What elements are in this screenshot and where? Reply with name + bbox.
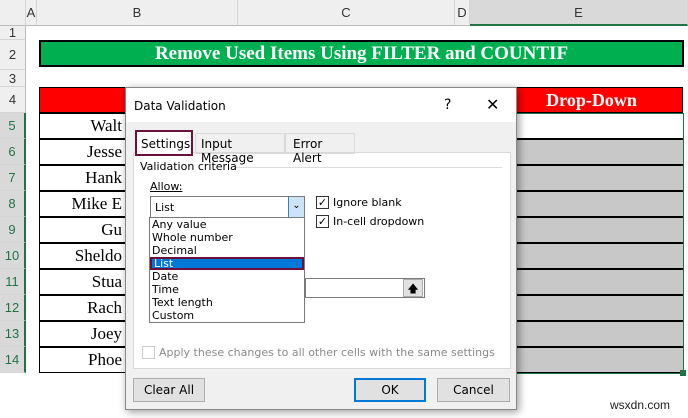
- row-header[interactable]: 2: [0, 40, 26, 70]
- row-header[interactable]: 7: [0, 165, 26, 191]
- sheet-title: Remove Used Items Using FILTER and COUNT…: [39, 40, 684, 67]
- fill-handle[interactable]: [680, 370, 686, 376]
- row-header[interactable]: 13: [0, 321, 26, 347]
- column-header-b[interactable]: B: [37, 0, 238, 26]
- collapse-dialog-arrow-icon[interactable]: 🡅: [403, 279, 423, 297]
- tab-input-message[interactable]: Input Message: [195, 133, 285, 165]
- watermark: wsxdn.com: [610, 398, 671, 412]
- divider: [236, 167, 502, 168]
- allow-option[interactable]: List: [150, 257, 304, 270]
- cancel-button[interactable]: Cancel: [437, 378, 510, 402]
- validation-criteria-label: Validation criteria: [140, 160, 237, 173]
- tab-settings[interactable]: Settings: [135, 130, 193, 156]
- in-cell-dropdown-checkbox[interactable]: ✓: [316, 215, 329, 228]
- help-button[interactable]: ?: [444, 97, 451, 113]
- allow-option[interactable]: Time: [150, 283, 304, 296]
- row-header[interactable]: 8: [0, 191, 26, 217]
- allow-value: List: [155, 201, 175, 214]
- clear-all-button[interactable]: Clear All: [133, 378, 205, 402]
- column-header-e[interactable]: E: [470, 0, 688, 26]
- row-header[interactable]: 5: [0, 113, 26, 139]
- row-header[interactable]: 14: [0, 347, 26, 373]
- select-all-corner[interactable]: [0, 0, 26, 26]
- ignore-blank-label: Ignore blank: [333, 196, 402, 209]
- chevron-down-icon[interactable]: ⌄: [288, 197, 304, 217]
- in-cell-dropdown-label: In-cell dropdown: [333, 215, 425, 228]
- allow-option[interactable]: Whole number: [150, 231, 304, 244]
- allow-option[interactable]: Decimal: [150, 244, 304, 257]
- apply-all-label: Apply these changes to all other cells w…: [159, 346, 495, 359]
- tab-error-alert[interactable]: Error Alert: [285, 133, 355, 165]
- row-header[interactable]: 11: [0, 269, 26, 295]
- row-header[interactable]: 4: [0, 87, 26, 113]
- allow-label: Allow:: [150, 180, 183, 193]
- row-header[interactable]: 3: [0, 70, 26, 87]
- ignore-blank-checkbox[interactable]: ✓: [316, 196, 329, 209]
- dialog-title: Data Validation: [134, 99, 226, 113]
- column-header-c[interactable]: C: [238, 0, 455, 26]
- dialog-title-bar: Data Validation ? ✕: [126, 88, 516, 122]
- allow-option[interactable]: Date: [150, 270, 304, 283]
- allow-option[interactable]: Any value: [150, 218, 304, 231]
- apply-all-checkbox[interactable]: [142, 346, 155, 359]
- column-header-d[interactable]: D: [455, 0, 470, 26]
- row-header[interactable]: 6: [0, 139, 26, 165]
- row-header[interactable]: 9: [0, 217, 26, 243]
- row-header[interactable]: 12: [0, 295, 26, 321]
- column-header-a[interactable]: A: [26, 0, 37, 26]
- close-button[interactable]: ✕: [486, 95, 499, 114]
- ok-button[interactable]: OK: [354, 378, 426, 402]
- row-header[interactable]: 1: [0, 26, 26, 40]
- allow-option[interactable]: Custom: [150, 309, 304, 322]
- allow-select[interactable]: List ⌄: [150, 196, 305, 218]
- allow-option[interactable]: Text length: [150, 296, 304, 309]
- row-header[interactable]: 10: [0, 243, 26, 269]
